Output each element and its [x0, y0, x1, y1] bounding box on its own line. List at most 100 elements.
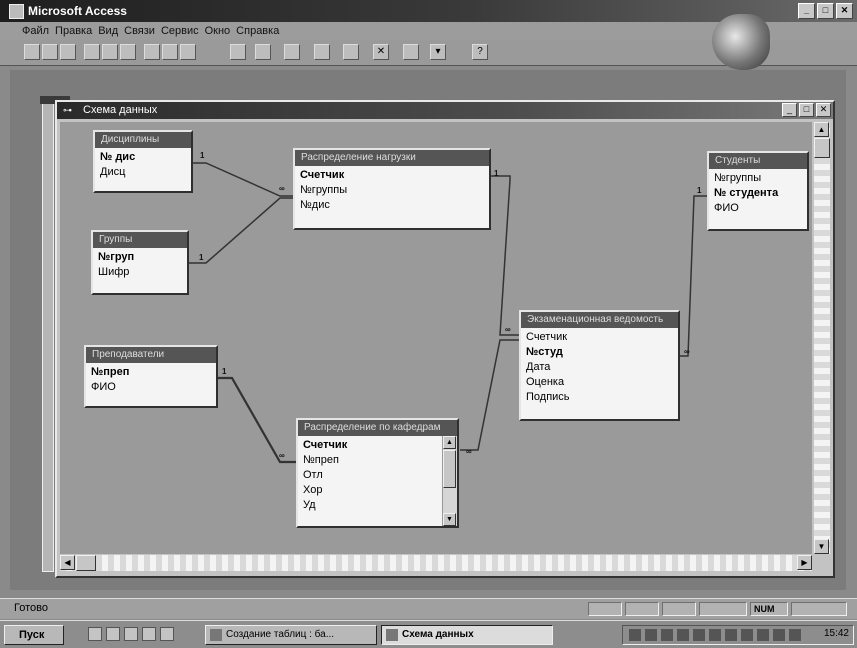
table-title[interactable]: Преподаватели: [86, 347, 216, 363]
table-field[interactable]: №преп: [303, 453, 457, 468]
scroll-down-icon[interactable]: ▼: [814, 539, 829, 554]
quick-launch-icon[interactable]: [124, 627, 138, 641]
copy-icon[interactable]: [162, 44, 178, 60]
menu-tools[interactable]: Сервис: [161, 25, 199, 37]
taskbar-task-button[interactable]: Создание таблиц : ба...: [205, 625, 377, 645]
tray-icon[interactable]: [693, 629, 705, 641]
table-groups[interactable]: Группы №груп Шифр: [91, 230, 189, 295]
table-disciplines[interactable]: Дисциплины № дис Дисц: [93, 130, 193, 193]
table-field[interactable]: Подпись: [526, 390, 678, 405]
field-scroll-thumb[interactable]: [443, 450, 456, 488]
background-window[interactable]: [42, 100, 54, 572]
spell-check-icon[interactable]: [120, 44, 136, 60]
quick-launch-icon[interactable]: [88, 627, 102, 641]
menu-view[interactable]: Вид: [98, 25, 118, 37]
office-assistant-icon[interactable]: [712, 14, 770, 70]
show-all-relations-icon[interactable]: [284, 44, 300, 60]
tray-icon[interactable]: [757, 629, 769, 641]
vertical-scrollbar[interactable]: ▲ ▼: [814, 122, 830, 554]
clear-layout-icon[interactable]: [314, 44, 330, 60]
table-field[interactable]: №группы: [714, 171, 807, 186]
schema-minimize-button[interactable]: _: [782, 103, 797, 117]
table-title[interactable]: Дисциплины: [95, 132, 191, 148]
table-load-distribution[interactable]: Распределение нагрузки Счетчик №группы №…: [293, 148, 491, 230]
scroll-down-icon[interactable]: ▼: [443, 513, 456, 526]
table-field[interactable]: Хор: [303, 483, 457, 498]
print-preview-icon[interactable]: [102, 44, 118, 60]
paste-icon[interactable]: [180, 44, 196, 60]
table-students[interactable]: Студенты №группы № студента ФИО: [707, 151, 809, 231]
table-field[interactable]: №груп: [98, 250, 187, 265]
taskbar-clock[interactable]: 15:42: [824, 628, 849, 639]
table-field[interactable]: ФИО: [714, 201, 807, 216]
schema-close-button[interactable]: ✕: [816, 103, 831, 117]
tray-icon[interactable]: [709, 629, 721, 641]
table-field[interactable]: № студента: [714, 186, 807, 201]
vertical-scroll-thumb[interactable]: [814, 138, 830, 158]
horizontal-scrollbar[interactable]: ◀ ▶: [60, 555, 812, 571]
tray-icon[interactable]: [645, 629, 657, 641]
tray-icon[interactable]: [677, 629, 689, 641]
table-field[interactable]: Оценка: [526, 375, 678, 390]
minimize-button[interactable]: _: [798, 3, 815, 19]
show-table-icon[interactable]: [230, 44, 246, 60]
table-title[interactable]: Экзаменационная ведомость: [521, 312, 678, 328]
scroll-left-icon[interactable]: ◀: [60, 555, 75, 570]
scroll-up-icon[interactable]: ▲: [814, 122, 829, 137]
new-object-icon[interactable]: [403, 44, 419, 60]
table-title[interactable]: Группы: [93, 232, 187, 248]
menu-relations[interactable]: Связи: [124, 25, 155, 37]
new-object-dropdown-icon[interactable]: ▾: [430, 44, 446, 60]
table-field[interactable]: №студ: [526, 345, 678, 360]
table-field[interactable]: Счетчик: [300, 168, 489, 183]
scroll-right-icon[interactable]: ▶: [797, 555, 812, 570]
horizontal-scroll-thumb[interactable]: [76, 555, 96, 571]
table-teachers[interactable]: Преподаватели №преп ФИО: [84, 345, 218, 408]
table-title[interactable]: Студенты: [709, 153, 807, 169]
table-field[interactable]: Уд: [303, 498, 457, 513]
scroll-up-icon[interactable]: ▲: [443, 436, 456, 449]
table-exam-sheet[interactable]: Экзаменационная ведомость Счетчик №студ …: [519, 310, 680, 421]
help-icon[interactable]: ?: [472, 44, 488, 60]
schema-maximize-button[interactable]: □: [799, 103, 814, 117]
start-button[interactable]: Пуск: [4, 625, 64, 645]
table-title[interactable]: Распределение по кафедрам: [298, 420, 457, 436]
cut-icon[interactable]: [144, 44, 160, 60]
show-direct-icon[interactable]: [255, 44, 271, 60]
table-field[interactable]: № дис: [100, 150, 191, 165]
table-field[interactable]: Счетчик: [303, 438, 457, 453]
tray-icon[interactable]: [741, 629, 753, 641]
table-field[interactable]: Шифр: [98, 265, 187, 280]
table-field[interactable]: №группы: [300, 183, 489, 198]
table-department-distribution[interactable]: Распределение по кафедрам Счетчик №преп …: [296, 418, 459, 528]
menu-window[interactable]: Окно: [205, 25, 231, 37]
tray-icon[interactable]: [725, 629, 737, 641]
menu-file[interactable]: Файл: [22, 25, 49, 37]
quick-launch-icon[interactable]: [160, 627, 174, 641]
table-field[interactable]: Счетчик: [526, 330, 678, 345]
open-folder-icon[interactable]: [42, 44, 58, 60]
table-field[interactable]: Дисц: [100, 165, 191, 180]
database-window-icon[interactable]: [343, 44, 359, 60]
new-file-icon[interactable]: [24, 44, 40, 60]
table-field[interactable]: №преп: [91, 365, 216, 380]
menu-edit[interactable]: Правка: [55, 25, 92, 37]
save-icon[interactable]: [60, 44, 76, 60]
table-title[interactable]: Распределение нагрузки: [295, 150, 489, 166]
table-field[interactable]: №дис: [300, 198, 489, 213]
table-field[interactable]: ФИО: [91, 380, 216, 395]
table-field-scrollbar[interactable]: ▲ ▼: [442, 436, 457, 526]
table-field[interactable]: Дата: [526, 360, 678, 375]
tray-icon[interactable]: [661, 629, 673, 641]
maximize-button[interactable]: □: [817, 3, 834, 19]
menu-help[interactable]: Справка: [236, 25, 279, 37]
taskbar-task-button-active[interactable]: Схема данных: [381, 625, 553, 645]
tray-icon[interactable]: [629, 629, 641, 641]
tray-icon[interactable]: [789, 629, 801, 641]
table-field[interactable]: Отл: [303, 468, 457, 483]
close-button[interactable]: ✕: [836, 3, 853, 19]
tray-icon[interactable]: [773, 629, 785, 641]
quick-launch-icon[interactable]: [142, 627, 156, 641]
quick-launch-icon[interactable]: [106, 627, 120, 641]
print-icon[interactable]: [84, 44, 100, 60]
